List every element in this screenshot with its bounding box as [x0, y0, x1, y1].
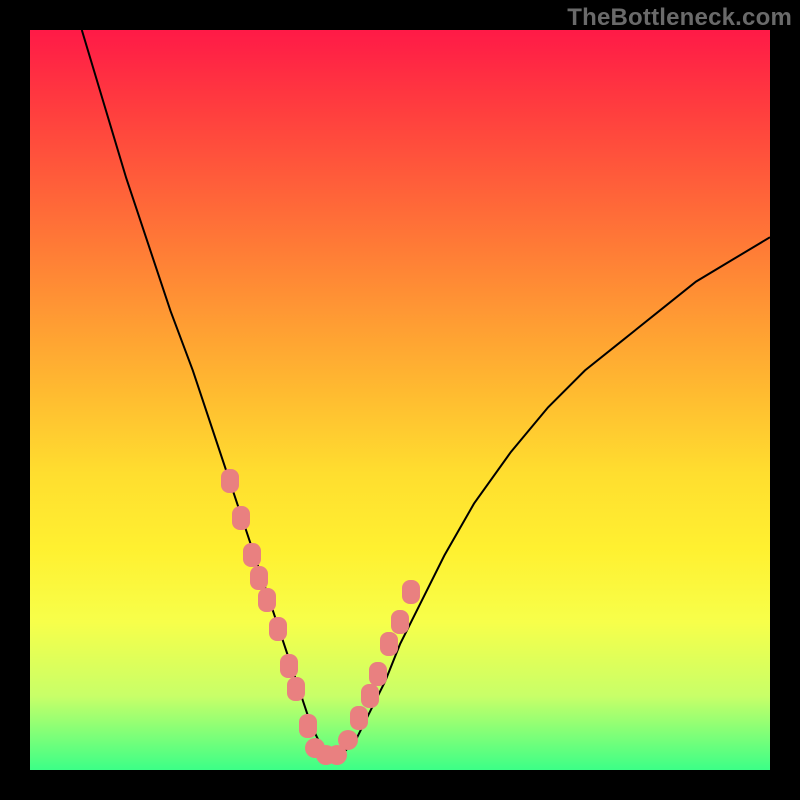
curve-marker — [402, 580, 420, 604]
plot-area — [30, 30, 770, 770]
curve-marker — [280, 654, 298, 678]
curve-marker — [243, 543, 261, 567]
curve-marker — [299, 714, 317, 738]
curve-marker — [287, 677, 305, 701]
curve-marker — [350, 706, 368, 730]
curve-marker — [232, 506, 250, 530]
curve-marker — [361, 684, 379, 708]
curve-marker — [380, 632, 398, 656]
curve-marker — [369, 662, 387, 686]
curve-marker — [269, 617, 287, 641]
bottleneck-curve — [30, 30, 770, 770]
curve-marker — [221, 469, 239, 493]
chart-frame: TheBottleneck.com — [0, 0, 800, 800]
curve-marker — [338, 730, 358, 750]
curve-marker — [391, 610, 409, 634]
curve-marker — [250, 566, 268, 590]
watermark-label: TheBottleneck.com — [567, 4, 792, 32]
curve-marker — [258, 588, 276, 612]
